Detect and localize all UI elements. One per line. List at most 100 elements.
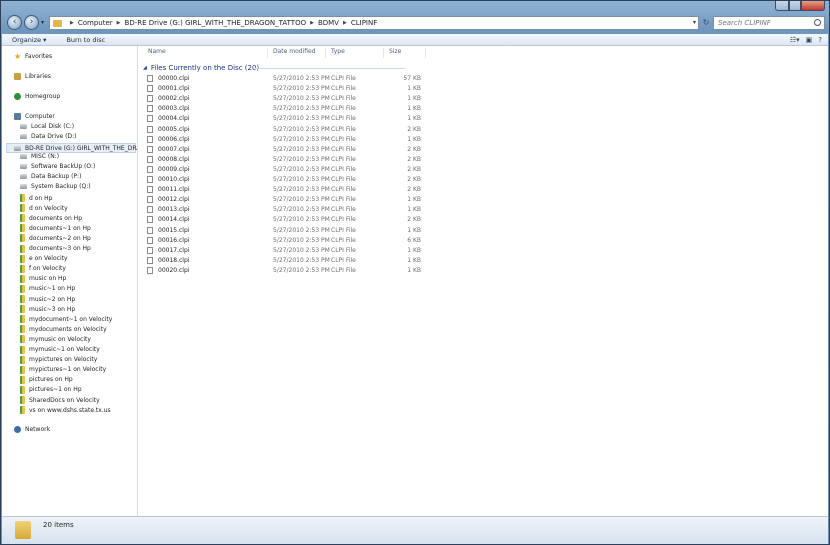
nav-share-item[interactable]: mydocument~1 on Velocity [20, 315, 112, 324]
close-button[interactable] [801, 1, 825, 11]
address-bar[interactable]: ▶ Computer ▶ BD-RE Drive (G:) GIRL_WITH_… [49, 16, 699, 30]
preview-pane-icon[interactable]: ▣ [806, 36, 813, 44]
file-row[interactable]: 00015.clpi 5/27/2010 2:53 PM CLPI File 1 KB [147, 226, 427, 236]
nav-share-item[interactable]: d on Velocity [20, 204, 68, 213]
nav-favorites[interactable]: ★ Favorites [14, 53, 52, 61]
nav-computer[interactable]: Computer [14, 113, 55, 120]
nav-drive-item[interactable]: Software BackUp (O:) [20, 163, 95, 170]
nav-share-item[interactable]: SharedDocs on Velocity [20, 396, 100, 404]
nav-share-item[interactable]: f on Velocity [20, 264, 66, 273]
help-icon[interactable]: ? [818, 36, 822, 44]
file-row[interactable]: 00003.clpi 5/27/2010 2:53 PM CLPI File 1 KB [147, 104, 427, 114]
nav-share-item[interactable]: documents~3 on Hp [20, 244, 91, 253]
file-row[interactable]: 00016.clpi 5/27/2010 2:53 PM CLPI File 6 KB [147, 236, 427, 246]
nav-share-item[interactable]: mypictures~1 on Velocity [20, 365, 106, 374]
change-view-icon[interactable]: ☷▾ [790, 36, 800, 44]
search-box[interactable] [713, 16, 825, 30]
refresh-icon[interactable]: ↻ [701, 16, 711, 30]
file-row[interactable]: 00002.clpi 5/27/2010 2:53 PM CLPI File 1 KB [147, 94, 427, 104]
column-divider[interactable] [267, 48, 268, 58]
nav-share-item[interactable]: music on Hp [20, 274, 66, 283]
file-row[interactable]: 00020.clpi 5/27/2010 2:53 PM CLPI File 1 KB [147, 266, 427, 276]
network-drive-icon [20, 224, 25, 233]
file-type: CLPI File [331, 256, 356, 264]
nav-drive-item[interactable]: Local Disk (C:) [20, 123, 74, 130]
back-button[interactable]: ‹ [7, 15, 22, 30]
file-row[interactable]: 00007.clpi 5/27/2010 2:53 PM CLPI File 2 KB [147, 145, 427, 155]
nav-share-item[interactable]: documents on Hp [20, 214, 82, 223]
nav-share-item[interactable]: mydocuments on Velocity [20, 325, 107, 334]
nav-drive-item[interactable]: Data Backup (P:) [20, 173, 81, 180]
item-count: 20 items [43, 521, 74, 529]
forward-button[interactable]: › [24, 15, 39, 30]
column-divider[interactable] [383, 48, 384, 58]
recent-pages-chevron-icon[interactable]: ▾ [41, 19, 44, 26]
file-size: 2 KB [407, 186, 421, 194]
minimize-button[interactable] [775, 1, 789, 11]
chevron-right-icon[interactable]: ▶ [117, 20, 121, 26]
nav-share-item[interactable]: music~3 on Hp [20, 305, 75, 314]
file-icon [147, 246, 153, 254]
file-row[interactable]: 00006.clpi 5/27/2010 2:53 PM CLPI File 1 KB [147, 135, 427, 145]
nav-share-item[interactable]: documents~1 on Hp [20, 224, 91, 233]
nav-homegroup[interactable]: Homegroup [14, 93, 60, 100]
nav-drive-item[interactable]: BD-RE Drive (G:) GIRL_WITH_THE_DRAGON [6, 143, 137, 153]
breadcrumb-bdmv[interactable]: BDMV [318, 19, 339, 27]
file-row[interactable]: 00017.clpi 5/27/2010 2:53 PM CLPI File 1 KB [147, 246, 427, 256]
collapse-triangle-icon[interactable]: ◢ [143, 65, 147, 71]
nav-share-item[interactable]: e on Velocity [20, 254, 68, 263]
column-header-type[interactable]: Type [331, 48, 345, 55]
file-row[interactable]: 00000.clpi 5/27/2010 2:53 PM CLPI File 57 K… [147, 74, 427, 84]
file-row[interactable]: 00001.clpi 5/27/2010 2:53 PM CLPI File 1 KB [147, 84, 427, 94]
file-date: 5/27/2010 2:53 PM [273, 246, 330, 254]
file-type: CLPI File [331, 216, 356, 224]
nav-drive-item[interactable]: MISC (N:) [20, 153, 59, 160]
file-row[interactable]: 00009.clpi 5/27/2010 2:53 PM CLPI File 2 KB [147, 165, 427, 175]
file-row[interactable]: 00018.clpi 5/27/2010 2:53 PM CLPI File 1 KB [147, 256, 427, 266]
breadcrumb-clipinf[interactable]: CLIPINF [351, 19, 377, 27]
nav-share-item[interactable]: mymusic~1 on Velocity [20, 345, 100, 354]
group-header[interactable]: ◢ Files Currently on the Disc (20) [143, 64, 405, 72]
file-row[interactable]: 00014.clpi 5/27/2010 2:53 PM CLPI File 2 KB [147, 215, 427, 225]
file-row[interactable]: 00008.clpi 5/27/2010 2:53 PM CLPI File 2 KB [147, 155, 427, 165]
navigation-pane[interactable]: ★ Favorites Libraries Homegroup Computer… [2, 46, 138, 516]
file-row[interactable]: 00011.clpi 5/27/2010 2:53 PM CLPI File 2 KB [147, 185, 427, 195]
breadcrumb-computer[interactable]: Computer [78, 19, 113, 27]
file-row[interactable]: 00004.clpi 5/27/2010 2:53 PM CLPI File 1 KB [147, 114, 427, 124]
nav-share-item[interactable]: music~1 on Hp [20, 284, 75, 293]
file-row[interactable]: 00012.clpi 5/27/2010 2:53 PM CLPI File 1 KB [147, 195, 427, 205]
search-icon[interactable] [814, 19, 821, 26]
search-input[interactable] [718, 19, 813, 27]
file-row[interactable]: 00010.clpi 5/27/2010 2:53 PM CLPI File 2 KB [147, 175, 427, 185]
column-header-name[interactable]: Name [148, 48, 166, 55]
nav-share-item[interactable]: documents~2 on Hp [20, 234, 91, 243]
column-header-date-modified[interactable]: Date modified [273, 48, 316, 55]
nav-share-item[interactable]: mypictures on Velocity [20, 355, 97, 364]
nav-share-item[interactable]: vs on www.dshs.state.tx.us [20, 406, 111, 415]
chevron-right-icon[interactable]: ▶ [343, 20, 347, 26]
nav-libraries[interactable]: Libraries [14, 73, 51, 80]
file-row[interactable]: 00013.clpi 5/27/2010 2:53 PM CLPI File 1 KB [147, 205, 427, 215]
nav-share-item[interactable]: pictures~1 on Hp [20, 385, 82, 394]
file-row[interactable]: 00005.clpi 5/27/2010 2:53 PM CLPI File 2 KB [147, 125, 427, 135]
maximize-button[interactable] [789, 1, 801, 11]
file-icon [147, 85, 153, 93]
nav-share-item[interactable]: mymusic on Velocity [20, 335, 91, 344]
file-list[interactable]: Name Date modified Type Size ◢ Files Cur… [139, 46, 828, 516]
breadcrumb-bd-drive[interactable]: BD-RE Drive (G:) GIRL_WITH_THE_DRAGON_TA… [125, 19, 307, 27]
column-divider[interactable] [425, 48, 426, 58]
address-dropdown-icon[interactable]: ▾ [693, 19, 696, 26]
column-divider[interactable] [325, 48, 326, 58]
nav-drive-item[interactable]: System Backup (Q:) [20, 183, 91, 190]
nav-network[interactable]: Network [14, 426, 50, 433]
file-icon [147, 196, 153, 204]
column-header-size[interactable]: Size [389, 48, 401, 55]
chevron-right-icon[interactable]: ▶ [310, 20, 314, 26]
nav-share-item[interactable]: d on Hp [20, 194, 52, 202]
nav-drive-item[interactable]: Data Drive (D:) [20, 133, 76, 140]
nav-share-item[interactable]: music~2 on Hp [20, 295, 75, 303]
organize-button[interactable]: Organize ▾ [2, 36, 56, 44]
nav-share-item[interactable]: pictures on Hp [20, 375, 73, 384]
burn-to-disc-button[interactable]: Burn to disc [56, 36, 115, 44]
chevron-right-icon[interactable]: ▶ [70, 20, 74, 26]
